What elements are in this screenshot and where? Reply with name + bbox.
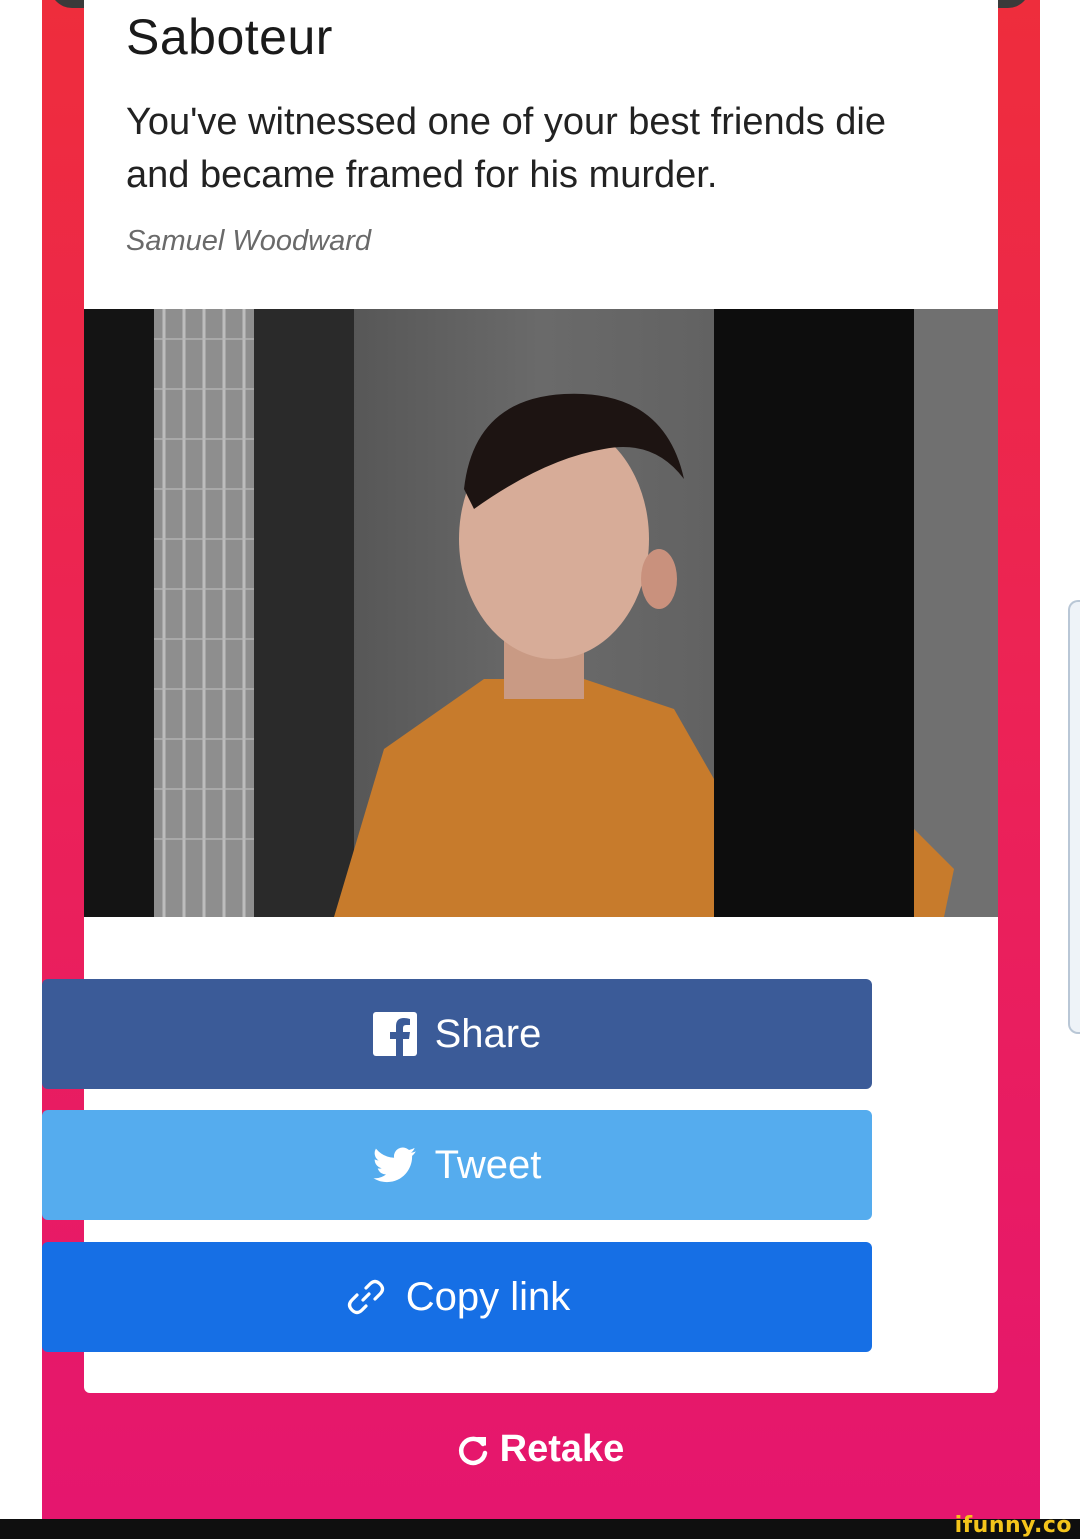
share-button[interactable]: Share xyxy=(42,979,872,1089)
share-label: Share xyxy=(434,1011,542,1056)
tweet-button[interactable]: Tweet xyxy=(42,1110,872,1220)
result-photo xyxy=(84,309,998,917)
result-author: Samuel Woodward xyxy=(126,225,371,257)
result-description: You've witnessed one of your best friend… xyxy=(126,101,886,196)
twitter-bird-icon xyxy=(373,1147,417,1183)
facebook-icon xyxy=(372,1012,417,1056)
link-icon xyxy=(344,1275,388,1319)
copy-link-button[interactable]: Copy link xyxy=(42,1242,872,1352)
result-title: Saboteur xyxy=(126,9,333,65)
footer-bar xyxy=(0,1519,1080,1539)
retake-label: Retake xyxy=(499,1428,625,1470)
watermark: ifunny.co xyxy=(954,1513,1072,1538)
tweet-label: Tweet xyxy=(434,1142,542,1187)
copy-link-label: Copy link xyxy=(405,1274,571,1319)
refresh-icon xyxy=(456,1433,490,1467)
scrollbar-handle[interactable] xyxy=(1068,600,1080,1034)
retake-button[interactable]: Retake xyxy=(0,1428,1080,1471)
